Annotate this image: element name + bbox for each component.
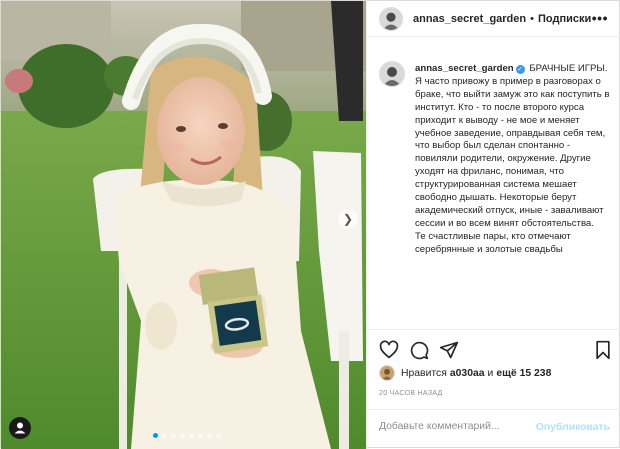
- verified-badge-icon: ✓: [515, 65, 525, 74]
- instagram-post: ❯ annas_secret_garden • Подписки ••• ann…: [0, 0, 620, 449]
- author-username[interactable]: annas_secret_garden: [413, 13, 526, 25]
- caption-paragraph: БРАЧНЫЕ ИГРЫ. Я часто привожу в пример в…: [415, 63, 610, 229]
- photo-girl-with-ring-box: [1, 1, 366, 449]
- post-caption: annas_secret_garden ✓ БРАЧНЫЕ ИГРЫ. Я час…: [415, 63, 610, 257]
- chevron-right-icon: ❯: [342, 212, 354, 226]
- share-icon: [439, 341, 459, 359]
- publish-button[interactable]: Опубликовать: [536, 422, 610, 433]
- avatar-image: [380, 62, 404, 86]
- likes-prefix: Нравится: [401, 367, 447, 379]
- carousel-dot: [180, 433, 185, 438]
- carousel-dot: [171, 433, 176, 438]
- user-tag-icon: [14, 422, 26, 434]
- carousel-dot: [162, 433, 167, 438]
- comment-button[interactable]: [409, 340, 429, 360]
- like-button[interactable]: [379, 340, 399, 360]
- avatar-image: [380, 7, 402, 30]
- comment-icon: [410, 341, 429, 360]
- carousel-dot: [216, 433, 221, 438]
- liker-username[interactable]: a030aa: [450, 368, 485, 379]
- save-button[interactable]: [593, 340, 613, 360]
- post-photo[interactable]: ❯: [1, 1, 366, 449]
- caption-username[interactable]: annas_secret_garden: [415, 63, 514, 74]
- header-separator: •: [530, 12, 534, 25]
- carousel-indicator: [153, 433, 221, 438]
- carousel-dot: [198, 433, 203, 438]
- share-button[interactable]: [439, 340, 459, 360]
- carousel-dot: [207, 433, 212, 438]
- caption-avatar[interactable]: [379, 61, 405, 87]
- likes-summary: Нравится a030aa и ещё 15 238: [379, 365, 554, 381]
- more-icon[interactable]: •••: [592, 10, 608, 26]
- post-actions: [367, 329, 620, 369]
- caption-area: annas_secret_garden ✓ БРАЧНЫЕ ИГРЫ. Я час…: [367, 49, 620, 325]
- user-tags-button[interactable]: [9, 417, 31, 439]
- following-button[interactable]: Подписки: [538, 13, 591, 25]
- likes-count-link[interactable]: ещё 15 238: [496, 368, 551, 379]
- comment-input[interactable]: [379, 421, 529, 432]
- comment-bar: Опубликовать: [367, 409, 620, 449]
- post-timestamp[interactable]: 20 ЧАСОВ НАЗАД: [379, 390, 443, 397]
- post-header: annas_secret_garden • Подписки •••: [367, 1, 620, 37]
- avatar-image: [380, 366, 394, 380]
- liker-avatar[interactable]: [379, 365, 395, 381]
- likes-conjunction: и: [487, 367, 494, 379]
- bookmark-icon: [596, 340, 610, 360]
- avatar[interactable]: [379, 6, 403, 31]
- carousel-dot: [189, 433, 194, 438]
- carousel-dot: [153, 433, 158, 438]
- heart-icon: [379, 340, 399, 359]
- carousel-next-button[interactable]: ❯: [338, 209, 358, 229]
- caption-paragraph: Те счастливые пары, кто отмечают серебря…: [415, 230, 571, 255]
- post-sidebar: annas_secret_garden • Подписки ••• annas…: [366, 1, 620, 449]
